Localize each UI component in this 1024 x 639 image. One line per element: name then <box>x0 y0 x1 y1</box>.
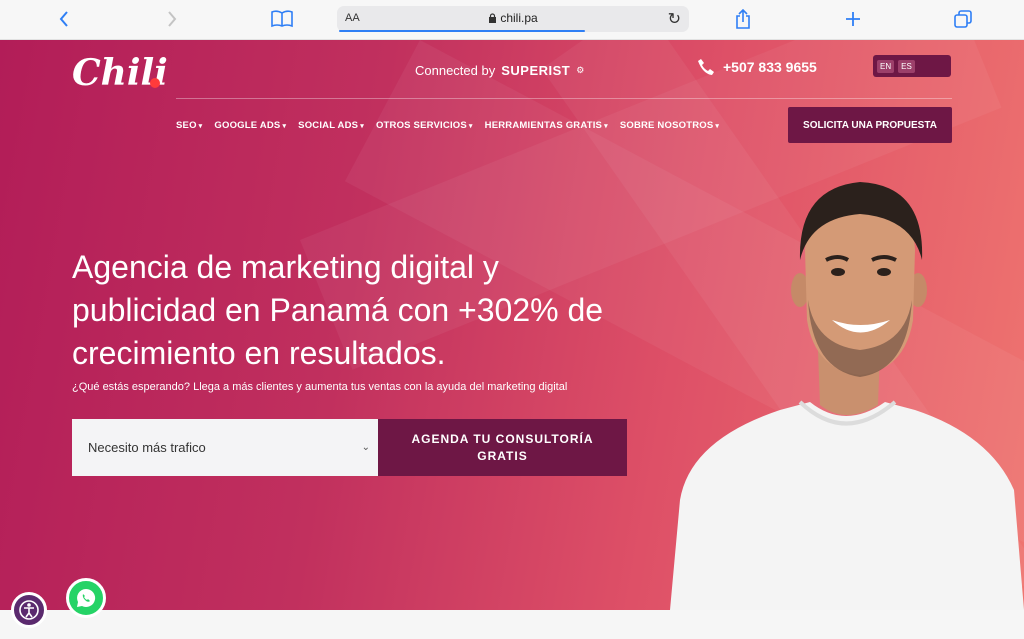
chevron-down-icon: ⌄ <box>361 442 370 453</box>
bookmarks-icon[interactable] <box>270 8 294 30</box>
back-icon[interactable] <box>54 8 74 30</box>
chili-logo[interactable]: Chili <box>72 52 168 94</box>
address-bar[interactable]: AA chili.pa ↻ <box>337 6 689 32</box>
reload-icon[interactable]: ↻ <box>668 9 681 29</box>
consultation-form: Necesito más trafico ⌄ AGENDA TU CONSULT… <box>72 419 627 476</box>
schedule-consultation-button[interactable]: AGENDA TU CONSULTORÍA GRATIS <box>378 419 627 476</box>
connected-prefix: Connected by <box>415 63 496 78</box>
share-icon[interactable] <box>733 8 753 30</box>
forward-icon[interactable] <box>162 8 182 30</box>
url-text: chili.pa <box>500 11 538 25</box>
goal-select-value: Necesito más trafico <box>88 440 206 455</box>
header-divider <box>176 98 952 99</box>
goal-select[interactable]: Necesito más trafico ⌄ <box>72 419 378 476</box>
lang-en[interactable]: EN <box>877 59 895 73</box>
browser-toolbar: AA chili.pa ↻ <box>0 0 1024 40</box>
loading-progress <box>339 30 585 32</box>
nav-sobre-nosotros[interactable]: SOBRE NOSOTROS ▾ <box>620 120 719 131</box>
main-nav: SEO ▾ GOOGLE ADS ▾ SOCIAL ADS ▾ OTROS SERVI… <box>176 120 719 131</box>
lock-icon <box>489 13 497 23</box>
phone-icon <box>698 59 714 75</box>
connected-by[interactable]: Connected by SUPERIST ⚙ <box>415 63 584 78</box>
nav-seo[interactable]: SEO ▾ <box>176 120 202 131</box>
nav-herramientas-gratis[interactable]: HERRAMIENTAS GRATIS ▾ <box>485 120 608 131</box>
hero-headline: Agencia de marketing digital y publicida… <box>72 249 604 371</box>
nav-google-ads[interactable]: GOOGLE ADS ▾ <box>214 120 286 131</box>
tabs-icon[interactable] <box>952 8 974 30</box>
language-switcher[interactable]: EN ES <box>873 55 951 77</box>
phone-number: +507 833 9655 <box>723 59 817 75</box>
phone-contact[interactable]: +507 833 9655 <box>697 58 817 76</box>
whatsapp-icon[interactable] <box>66 578 106 618</box>
hero-subheadline: ¿Qué estás esperando? Llega a más client… <box>72 381 568 393</box>
superist-logo: SUPERIST <box>501 63 571 78</box>
nav-social-ads[interactable]: SOCIAL ADS ▾ <box>298 120 364 131</box>
nav-otros-servicios[interactable]: OTROS SERVICIOS ▾ <box>376 120 473 131</box>
below-fold-strip <box>0 610 1024 639</box>
lang-es[interactable]: ES <box>898 59 915 73</box>
hero-section: Chili Connected by SUPERIST ⚙ +507 833 9… <box>0 40 1024 610</box>
accessibility-icon[interactable] <box>11 592 47 628</box>
request-proposal-button[interactable]: SOLICITA UNA PROPUESTA <box>788 107 952 143</box>
new-tab-icon[interactable] <box>843 8 863 30</box>
hero-person-image <box>670 182 1024 610</box>
